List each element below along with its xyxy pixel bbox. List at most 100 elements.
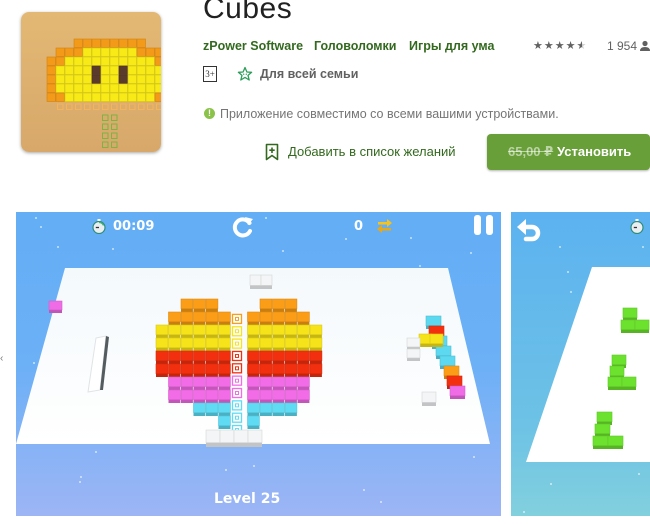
icon-cube bbox=[64, 47, 74, 57]
star-icon: ★ bbox=[554, 40, 566, 52]
icon-cube bbox=[118, 47, 128, 57]
cube-top bbox=[193, 389, 206, 400]
icon-cube bbox=[55, 74, 65, 84]
screenshot-2[interactable] bbox=[511, 212, 650, 516]
category-link-puzzles[interactable]: Головоломки bbox=[314, 39, 396, 53]
icon-cube bbox=[91, 83, 101, 93]
center-outline-cube bbox=[231, 326, 243, 337]
cube-top bbox=[168, 376, 181, 387]
cube-top bbox=[48, 300, 63, 311]
sparkle bbox=[557, 383, 559, 385]
icon-outline-cube bbox=[84, 103, 91, 110]
icon-cube bbox=[109, 65, 119, 75]
category-link-brain-games[interactable]: Игры для ума bbox=[409, 39, 494, 53]
icon-stem-cube bbox=[102, 141, 109, 148]
pause-icon-bar[interactable] bbox=[486, 215, 493, 235]
cube-top bbox=[297, 324, 310, 335]
icon-cube bbox=[136, 92, 146, 102]
sparkle bbox=[253, 465, 255, 467]
sparkle bbox=[567, 271, 569, 273]
cube-top bbox=[272, 402, 285, 413]
previous-screenshot-arrow[interactable]: ‹ bbox=[0, 353, 3, 364]
icon-cube bbox=[82, 74, 92, 84]
sparkle bbox=[470, 252, 472, 254]
restart-icon[interactable] bbox=[231, 215, 255, 239]
cube-top bbox=[297, 376, 310, 387]
icon-cube bbox=[118, 74, 128, 84]
center-outline-cube bbox=[231, 387, 243, 399]
sparkle bbox=[35, 217, 37, 219]
icon-stem-cube bbox=[111, 114, 118, 121]
star-icon: ★ bbox=[543, 40, 555, 52]
icon-stem-cube bbox=[102, 123, 109, 130]
icon-cube bbox=[136, 74, 146, 84]
white-cube bbox=[206, 442, 220, 447]
sparkle bbox=[473, 456, 475, 458]
bookmark-add-icon[interactable] bbox=[265, 143, 279, 161]
cube-top bbox=[284, 402, 298, 413]
icon-cube bbox=[136, 83, 146, 93]
icon-cube bbox=[91, 47, 101, 57]
age-rating-badge: 3+ bbox=[203, 66, 217, 82]
cube-top bbox=[168, 389, 181, 400]
cube-top bbox=[449, 385, 466, 396]
icon-outline-cube bbox=[138, 103, 145, 110]
icon-cube bbox=[127, 74, 137, 84]
cube-top bbox=[218, 376, 231, 387]
cube-top bbox=[233, 429, 249, 443]
icon-cube bbox=[109, 92, 119, 102]
cube-top bbox=[297, 350, 310, 361]
icon-cube bbox=[118, 38, 128, 48]
cube-top bbox=[592, 435, 609, 446]
screenshot-1[interactable]: 00:09 0 Level 25 bbox=[16, 212, 501, 516]
cube-top bbox=[611, 354, 627, 365]
undo-icon[interactable] bbox=[516, 217, 544, 243]
icon-cube bbox=[154, 83, 161, 93]
sparkle bbox=[225, 469, 227, 471]
icon-cube bbox=[91, 92, 101, 102]
white-cube bbox=[220, 442, 234, 447]
icon-cube bbox=[73, 47, 83, 57]
pause-icon-bar[interactable] bbox=[474, 215, 481, 235]
cube-top bbox=[205, 402, 219, 413]
developer-link[interactable]: zPower Software bbox=[203, 39, 303, 53]
icon-cube bbox=[127, 83, 137, 93]
cube-top bbox=[421, 391, 437, 403]
install-button[interactable]: 65,00 ₽ Установить bbox=[487, 134, 650, 170]
sparkle bbox=[112, 248, 114, 250]
swap-icon[interactable] bbox=[376, 218, 393, 233]
icon-cube bbox=[154, 56, 161, 66]
icon-cube bbox=[136, 38, 146, 48]
cube-top bbox=[218, 311, 231, 322]
cube-top bbox=[284, 324, 298, 335]
sparkle bbox=[265, 217, 267, 219]
sparkle bbox=[559, 246, 561, 248]
game-board-scene bbox=[16, 217, 490, 503]
cube-top bbox=[168, 324, 181, 335]
cube-top bbox=[193, 298, 206, 309]
family-star-icon bbox=[237, 66, 253, 81]
icon-cube bbox=[100, 65, 110, 75]
cube-top bbox=[205, 324, 219, 335]
icon-cube bbox=[64, 83, 74, 93]
icon-cube bbox=[46, 74, 56, 84]
icon-cube bbox=[118, 65, 128, 75]
icon-cube bbox=[109, 47, 119, 57]
icon-cube bbox=[109, 74, 119, 84]
cube-top bbox=[180, 324, 194, 335]
cube-top bbox=[180, 311, 194, 322]
icon-outline-cube bbox=[156, 103, 161, 110]
icon-cube bbox=[100, 74, 110, 84]
icon-stem-cube bbox=[102, 132, 109, 139]
old-price: 65,00 ₽ bbox=[508, 144, 554, 159]
cube-top bbox=[168, 337, 181, 348]
family-label: Для всей семьи bbox=[260, 67, 359, 81]
icon-cube bbox=[145, 56, 155, 66]
cube-top bbox=[609, 365, 625, 376]
white-cube bbox=[261, 285, 272, 289]
add-to-wishlist-button[interactable]: Добавить в список желаний bbox=[288, 144, 456, 159]
icon-cube bbox=[100, 83, 110, 93]
cube-top bbox=[284, 363, 298, 374]
cube-top bbox=[259, 376, 273, 387]
icon-cube bbox=[46, 56, 56, 66]
